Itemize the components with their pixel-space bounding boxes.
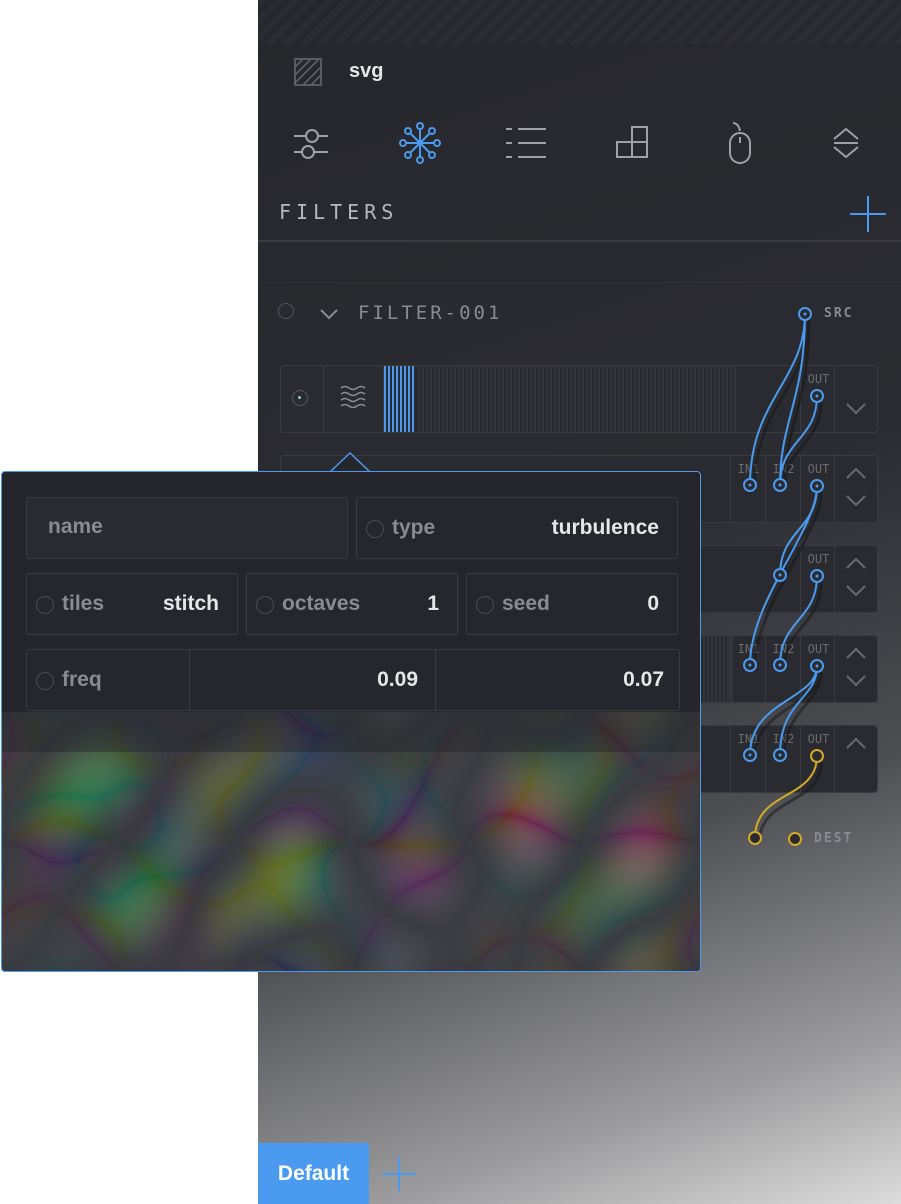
primitive-ports: OUT	[725, 546, 835, 612]
port-in2[interactable]: IN2	[765, 726, 801, 792]
list-icon[interactable]	[501, 118, 551, 168]
row-reorder	[834, 366, 877, 432]
port-in2[interactable]: IN2	[765, 456, 801, 522]
freq-x-value[interactable]: 0.09	[377, 668, 418, 692]
panel-header-pattern	[258, 0, 901, 44]
move-up-icon[interactable]	[845, 556, 867, 570]
add-filter-button[interactable]	[850, 196, 886, 232]
seed-radio[interactable]	[476, 596, 494, 614]
port-in1[interactable]: IN1	[730, 636, 766, 702]
type-radio[interactable]	[366, 520, 384, 538]
filter-divider	[258, 282, 901, 283]
filters-heading: FILTERS	[279, 200, 399, 224]
expand-collapse-icon[interactable]	[821, 118, 871, 168]
port-in1[interactable]: IN1	[730, 456, 766, 522]
filters-icon[interactable]	[395, 118, 445, 168]
primitive-ports: IN1 IN2 OUT	[725, 456, 835, 522]
port-in2[interactable]: IN2	[765, 636, 801, 702]
primitive-bars	[384, 366, 416, 432]
move-down-icon[interactable]	[845, 584, 867, 598]
tiles-value[interactable]: stitch	[163, 592, 219, 616]
row-reorder	[834, 636, 877, 702]
freq-x-cell[interactable]: 0.09	[189, 650, 436, 710]
document-title: svg	[349, 60, 384, 82]
filter-select-radio[interactable]	[278, 303, 294, 319]
src-label: SRC	[824, 306, 854, 321]
tiles-radio[interactable]	[36, 596, 54, 614]
move-up-icon[interactable]	[845, 736, 867, 750]
section-divider	[258, 240, 901, 242]
turbulence-preview	[2, 712, 700, 971]
primitive-radio[interactable]	[281, 366, 324, 432]
seed-label: seed	[502, 592, 550, 615]
port-out[interactable]: OUT	[800, 546, 836, 612]
move-up-icon[interactable]	[845, 646, 867, 660]
popover-caret	[330, 451, 370, 473]
octaves-label: octaves	[282, 592, 361, 615]
move-up-icon[interactable]	[845, 466, 867, 480]
port-out[interactable]: OUT	[800, 456, 836, 522]
move-down-icon[interactable]	[845, 674, 867, 688]
tiles-field[interactable]: tiles stitch	[26, 573, 238, 635]
type-value[interactable]: turbulence	[552, 516, 659, 540]
primitive-ports: IN1 IN2 OUT	[725, 726, 835, 792]
name-field[interactable]: name	[26, 497, 348, 559]
type-field[interactable]: type turbulence	[356, 497, 678, 559]
bottom-bar: Default	[258, 1143, 901, 1204]
tab-default[interactable]: Default	[258, 1143, 369, 1204]
octaves-radio[interactable]	[256, 596, 274, 614]
tiles-label: tiles	[62, 592, 105, 615]
seed-field[interactable]: seed 0	[466, 573, 678, 635]
turbulence-icon	[340, 385, 366, 408]
row-reorder	[834, 726, 877, 792]
freq-field[interactable]: freq 0.09 0.07	[26, 649, 680, 711]
freq-y-cell[interactable]: 0.07	[435, 650, 682, 710]
primitive-editor-popover: name type turbulence tiles stitch octave…	[1, 471, 701, 972]
primitive-ports: OUT	[725, 366, 835, 432]
move-down-icon[interactable]	[845, 494, 867, 508]
move-down-icon[interactable]	[845, 402, 867, 416]
port-out[interactable]: OUT	[800, 366, 836, 432]
freq-radio[interactable]	[36, 672, 54, 690]
port-out[interactable]: OUT	[800, 636, 836, 702]
primitive-type-cell	[323, 366, 384, 432]
mouse-icon[interactable]	[715, 118, 765, 168]
chevron-down-icon[interactable]	[318, 307, 340, 321]
primitive-stripe	[418, 366, 738, 432]
row-reorder	[834, 456, 877, 522]
blocks-icon[interactable]	[607, 118, 657, 168]
octaves-field[interactable]: octaves 1	[246, 573, 458, 635]
freq-y-value[interactable]: 0.07	[623, 668, 664, 692]
filter-name[interactable]: FILTER-001	[358, 302, 502, 324]
freq-label: freq	[62, 668, 102, 691]
sliders-icon[interactable]	[285, 118, 335, 168]
octaves-value[interactable]: 1	[427, 592, 439, 616]
svg-document-icon	[294, 58, 322, 86]
add-tab-button[interactable]	[380, 1155, 418, 1193]
primitive-ports: IN1 IN2 OUT	[725, 636, 835, 702]
primitive-row[interactable]: OUT	[280, 365, 878, 433]
dest-label: DEST	[814, 831, 854, 846]
seed-value[interactable]: 0	[647, 592, 659, 616]
port-out[interactable]: OUT	[800, 726, 836, 792]
name-placeholder: name	[48, 515, 103, 538]
type-label: type	[392, 516, 436, 539]
port-in1[interactable]: IN1	[730, 726, 766, 792]
row-reorder	[834, 546, 877, 612]
